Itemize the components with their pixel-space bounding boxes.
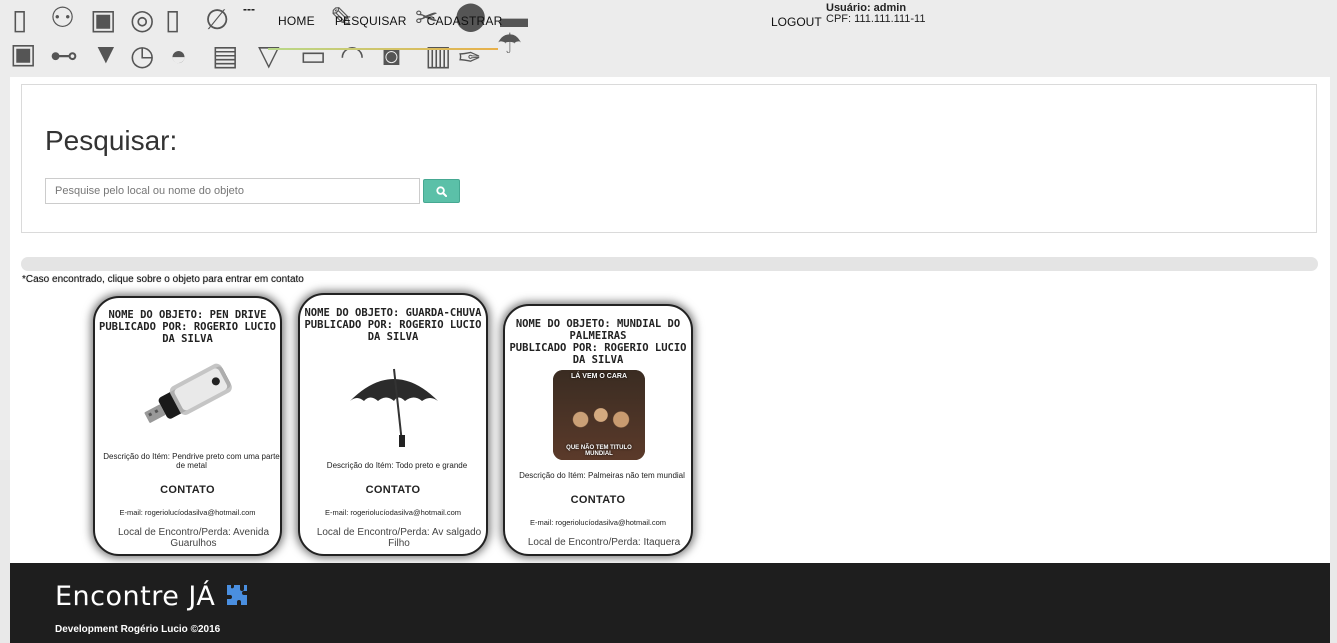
top-navigation: --- HOME PESQUISAR CADASTRAR LOGOUT Usuá… xyxy=(0,0,1337,52)
meme-caption-top: LÁ VEM O CARA xyxy=(571,373,627,380)
contact-hint: *Caso encontrado, clique sobre o objeto … xyxy=(22,274,304,285)
item-description: Descrição do Itém: Pendrive preto com um… xyxy=(103,452,280,470)
nav-home-link[interactable]: HOME xyxy=(268,14,325,28)
item-location: Local de Encontro/Perda: Avenida Guarulh… xyxy=(117,527,270,549)
item-email: E-mail: rogeriolucíodasilva@hotmail.com xyxy=(119,508,256,517)
progress-bar xyxy=(21,257,1318,271)
cpf-label: CPF: 111.111.111-11 xyxy=(826,13,926,25)
item-publisher: PUBLICADO POR: ROGERIO LUCIO DA SILVA xyxy=(304,319,482,343)
search-button[interactable] xyxy=(423,179,460,203)
item-publisher: PUBLICADO POR: ROGERIO LUCIO DA SILVA xyxy=(509,342,687,366)
item-email: E-mail: rogeriolucíodasilva@hotmail.com xyxy=(530,518,666,527)
item-name: NOME DO OBJETO: MUNDIAL DO PALMEIRAS xyxy=(515,318,681,342)
footer-copyright: Development Rogério Lucio ©2016 xyxy=(55,624,221,635)
contact-heading: CONTATO xyxy=(160,484,215,496)
logout-link[interactable]: LOGOUT xyxy=(771,15,822,29)
item-card-pen-drive[interactable]: NOME DO OBJETO: PEN DRIVE PUBLICADO POR:… xyxy=(93,296,282,556)
meme-photo-image: LÁ VEM O CARA QUE NÃO TEM TITULO MUNDIAL xyxy=(553,370,645,460)
main-menu: HOME PESQUISAR CADASTRAR xyxy=(268,14,512,28)
nav-underline xyxy=(268,48,498,50)
user-info: Usuário: admin CPF: 111.111.111-11 xyxy=(826,3,925,25)
item-card-mundial-palmeiras[interactable]: NOME DO OBJETO: MUNDIAL DO PALMEIRAS PUB… xyxy=(503,304,693,556)
puzzle-icon xyxy=(226,585,247,605)
page-title: Pesquisar: xyxy=(45,125,178,156)
search-input[interactable] xyxy=(45,178,420,204)
search-icon xyxy=(436,185,447,197)
nav-pesquisar-link[interactable]: PESQUISAR xyxy=(325,14,417,28)
contact-heading: CONTATO xyxy=(365,484,421,496)
meme-caption-bottom: QUE NÃO TEM TITULO MUNDIAL xyxy=(566,445,632,457)
item-email: E-mail: rogeriolucíodasilva@hotmail.com xyxy=(325,508,461,517)
item-description: Descrição do Itém: Todo preto e grande xyxy=(326,461,468,470)
item-name: NOME DO OBJETO: PEN DRIVE xyxy=(108,309,267,321)
footer-brand: Encontre JÁ xyxy=(55,581,249,612)
item-location: Local de Encontro/Perda: Itaquera xyxy=(527,537,681,548)
item-location: Local de Encontro/Perda: Av salgado Filh… xyxy=(316,527,482,549)
nav-separator: --- xyxy=(243,2,255,16)
item-name: NOME DO OBJETO: GUARDA-CHUVA xyxy=(304,307,482,319)
contact-heading: CONTATO xyxy=(570,494,626,506)
item-description: Descrição do Itém: Palmeiras não tem mun… xyxy=(519,471,685,480)
item-card-guarda-chuva[interactable]: NOME DO OBJETO: GUARDA-CHUVA PUBLICADO P… xyxy=(298,293,488,556)
brand-name: Encontre JÁ xyxy=(55,581,216,612)
search-panel xyxy=(21,84,1317,233)
item-publisher: PUBLICADO POR: ROGERIO LUCIO DA SILVA xyxy=(99,321,277,345)
pen-drive-image xyxy=(144,363,232,423)
umbrella-image xyxy=(350,368,438,447)
nav-cadastrar-link[interactable]: CADASTRAR xyxy=(417,14,513,28)
